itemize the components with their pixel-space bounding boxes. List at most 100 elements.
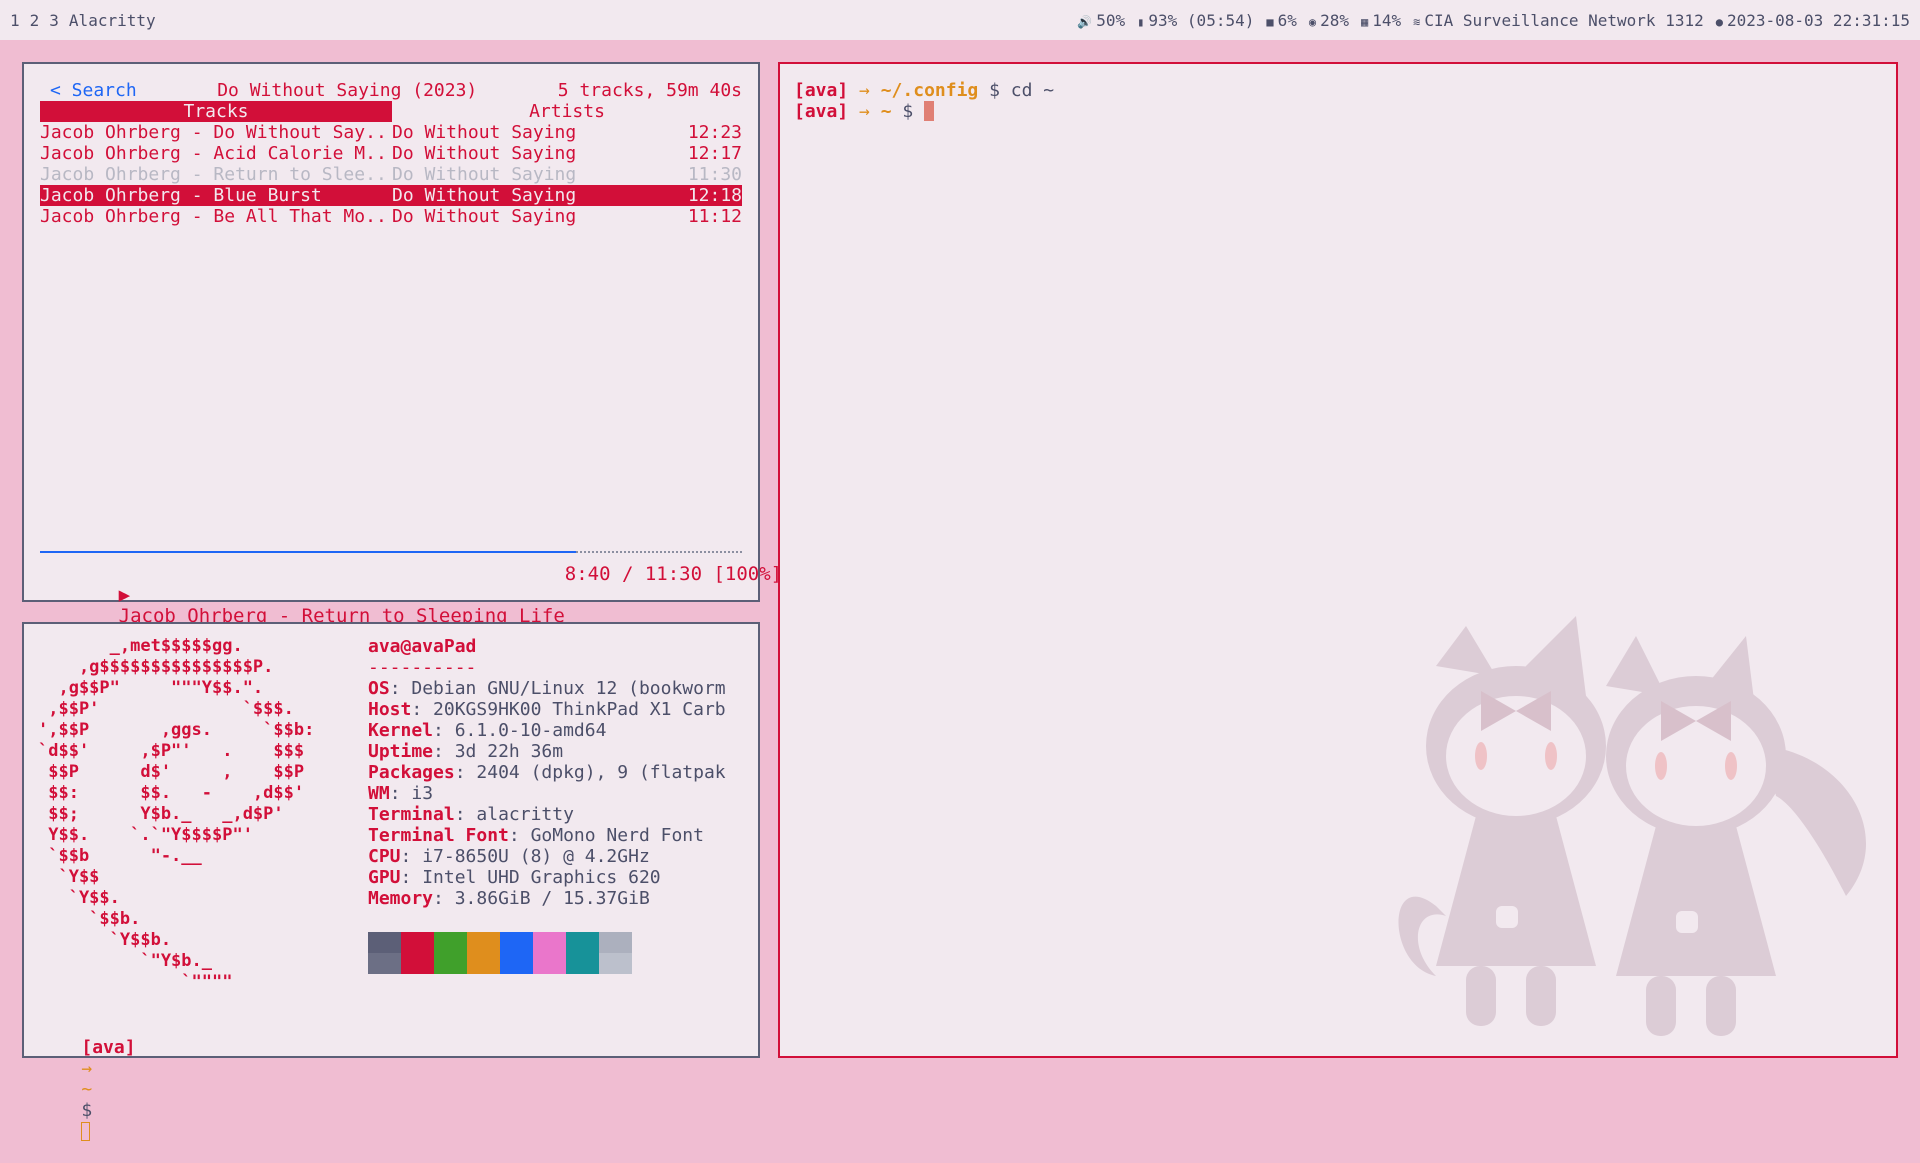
info-key: GPU [368, 867, 401, 888]
track-duration: 12:23 [687, 122, 742, 143]
back-to-search-link[interactable]: < Search [40, 80, 137, 101]
track-title: Jacob Ohrberg - Be All That Mo.. [40, 206, 387, 227]
prompt-user: [ava] [81, 1037, 136, 1058]
playback-position: 8:40 / 11:30 [100%] [564, 563, 783, 585]
track-title: Jacob Ohrberg - Return to Slee.. [40, 164, 387, 185]
music-player-pane[interactable]: < Search Do Without Saying (2023) 5 trac… [22, 62, 782, 627]
track-duration: 12:18 [687, 185, 742, 206]
info-colon: : [508, 825, 531, 846]
status-item[interactable]: 🔊 50% [1077, 11, 1125, 30]
palette-swatch [401, 932, 434, 974]
status-item[interactable]: ● 2023-08-03 22:31:15 [1716, 11, 1910, 30]
track-row[interactable]: Jacob Ohrberg - Do Without Say.. Do Witho… [40, 122, 742, 143]
info-colon: : [433, 720, 455, 741]
status-item[interactable]: ▦ 14% [1361, 11, 1401, 30]
status-item[interactable]: ▮ 93% (05:54) [1137, 11, 1254, 30]
status-text: 6% [1277, 10, 1297, 30]
prompt-symbol: $ [81, 1100, 93, 1121]
info-value: i7-8650U (8) @ 4.2GHz [422, 846, 650, 867]
track-row[interactable]: Jacob Ohrberg - Acid Calorie M.. Do Witho… [40, 143, 742, 164]
status-text: 14% [1372, 10, 1402, 30]
main-terminal-pane[interactable]: [ava] → ~/.config $ cd ~ [ava] → ~ $ [778, 62, 1898, 1058]
prompt-arrow: → [859, 80, 870, 101]
info-row: Host: 20KGS9HK00 ThinkPad X1 Carb [368, 699, 726, 720]
track-duration: 12:17 [687, 143, 742, 164]
info-key: OS [368, 678, 390, 699]
status-item[interactable]: ≋ CIA Surveillance Network 1312 [1413, 11, 1704, 30]
wifi-icon: ≋ [1413, 14, 1421, 29]
palette-swatch [599, 932, 632, 974]
prompt-arrow: → [81, 1058, 93, 1079]
track-album: Do Without Saying [392, 206, 577, 227]
info-key: Packages [368, 762, 455, 783]
info-row: OS: Debian GNU/Linux 12 (bookworm [368, 678, 726, 699]
prompt-arrow: → [859, 101, 870, 122]
tab-bar: Tracks Artists [40, 101, 742, 122]
status-text: CIA Surveillance Network 1312 [1424, 10, 1704, 30]
track-duration: 11:12 [687, 206, 742, 227]
tab-tracks[interactable]: Tracks [40, 101, 392, 122]
palette-swatch [566, 932, 599, 974]
play-icon[interactable]: ▶ [119, 584, 130, 606]
status-item[interactable]: ◉ 28% [1309, 11, 1349, 30]
terminal-line[interactable]: [ava] → ~/.config $ cd ~ [794, 80, 1054, 101]
info-row: Packages: 2404 (dpkg), 9 (flatpak [368, 762, 726, 783]
status-text: 50% [1096, 10, 1126, 30]
status-item[interactable]: ■ 6% [1266, 11, 1297, 30]
info-value: 3d 22h 36m [454, 741, 564, 762]
playback-progress-bar[interactable] [40, 551, 742, 553]
info-key: Kernel [368, 720, 434, 741]
info-colon: : [400, 867, 423, 888]
info-value: 6.1.0-10-amd64 [454, 720, 607, 741]
track-duration: 11:30 [687, 164, 742, 185]
track-title: Jacob Ohrberg - Do Without Say.. [40, 122, 387, 143]
info-colon: : [433, 888, 455, 909]
playback-progress-fill [40, 551, 576, 553]
prompt-path: ~ [81, 1079, 93, 1100]
info-key: Host [368, 699, 412, 720]
workspace-3[interactable]: 3 [49, 11, 59, 30]
fetch-prompt[interactable]: [ava] → ~ $ [38, 1016, 136, 1141]
info-row: CPU: i7-8650U (8) @ 4.2GHz [368, 846, 726, 867]
status-text: 28% [1320, 10, 1349, 30]
info-value: i3 [411, 783, 434, 804]
info-row: Terminal Font: GoMono Nerd Font [368, 825, 726, 846]
gauge-icon: ◉ [1308, 14, 1317, 29]
info-colon: : [389, 783, 412, 804]
track-row[interactable]: Jacob Ohrberg - Be All That Mo.. Do Witho… [40, 206, 742, 227]
album-summary: 5 tracks, 59m 40s [557, 80, 742, 101]
prompt-user: [ava] [794, 101, 849, 122]
fetch-terminal-pane[interactable]: _,met$$$$$gg. ,g$$$$$$$$$$$$$$$P. ,g$$P"… [22, 622, 760, 1141]
info-key: CPU [368, 846, 401, 867]
info-value: 3.86GiB / 15.37GiB [454, 888, 650, 909]
status-area: 🔊 50% ▮ 93% (05:54) ■ 6% ◉ 28% ▦ 14% ≋ CIA Surveill… [1077, 11, 1910, 30]
track-row[interactable]: Jacob Ohrberg - Return to Slee.. Do Witho… [40, 164, 742, 185]
debian-logo-ascii: _,met$$$$$gg. ,g$$$$$$$$$$$$$$$P. ,g$$P"… [38, 636, 315, 992]
workspace-1[interactable]: 1 [10, 11, 20, 30]
folder-icon: ■ [1266, 14, 1274, 29]
info-colon: : [454, 804, 477, 825]
info-value: alacritty [476, 804, 574, 825]
prompt-user: [ava] [794, 80, 849, 101]
memory-icon: ▦ [1361, 14, 1369, 29]
twin-cats-wallpaper-illustration [1398, 616, 1867, 1036]
prompt-symbol: $ [902, 101, 914, 122]
status-text: 93% (05:54) [1148, 10, 1255, 30]
terminal-line[interactable]: [ava] → ~ $ [794, 101, 935, 122]
info-row: Uptime: 3d 22h 36m [368, 741, 726, 762]
now-playing-row: ▶ Jacob Ohrberg - Return to Sleeping Lif… [40, 564, 782, 627]
info-value: GoMono Nerd Font [530, 825, 704, 846]
workspace-2[interactable]: 2 [30, 11, 40, 30]
volume-icon: 🔊 [1077, 14, 1093, 29]
color-palette [368, 932, 632, 974]
tab-artists[interactable]: Artists [392, 101, 742, 122]
info-value: Intel UHD Graphics 620 [422, 867, 661, 888]
info-colon: : [433, 741, 455, 762]
info-row: Memory: 3.86GiB / 15.37GiB [368, 888, 726, 909]
info-key: Uptime [368, 741, 434, 762]
top-bar: 1 2 3 Alacritty 🔊 50% ▮ 93% (05:54) ■ 6% ◉ 28% ▦… [0, 0, 1920, 40]
prompt-path: ~/.config [880, 80, 979, 101]
track-row[interactable]: Jacob Ohrberg - Blue Burst Do Without Say… [40, 185, 742, 206]
album-header: < Search Do Without Saying (2023) 5 trac… [40, 80, 742, 101]
track-album: Do Without Saying [392, 143, 577, 164]
